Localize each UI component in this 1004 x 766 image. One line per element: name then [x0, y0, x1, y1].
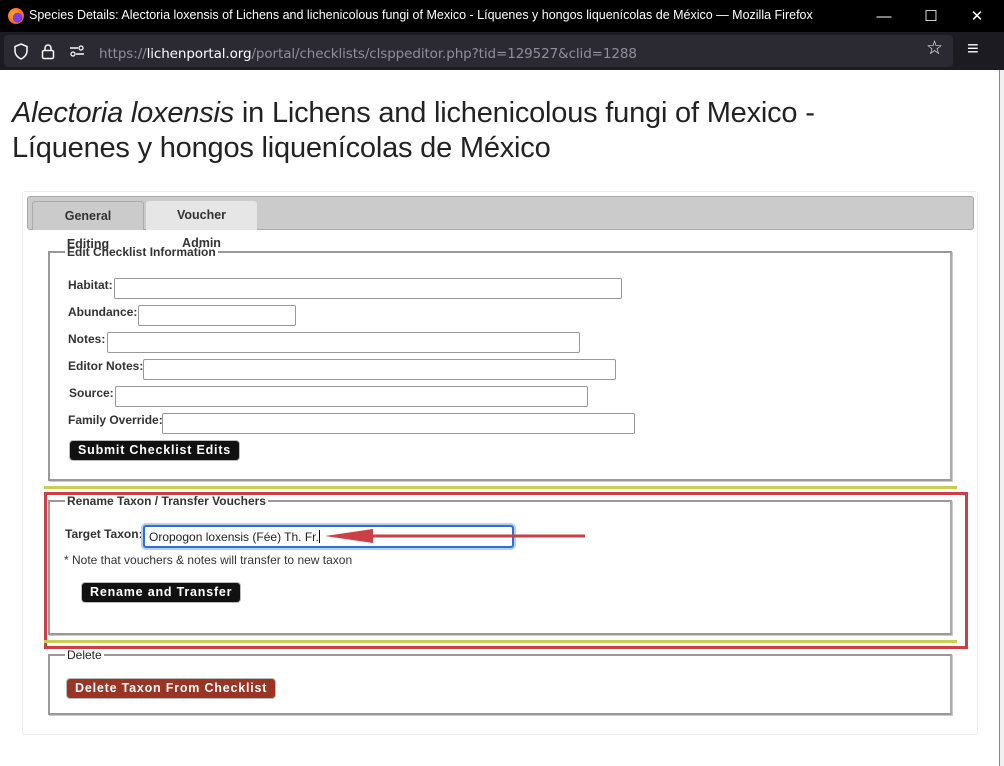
menu-icon[interactable]: ≡	[967, 39, 979, 59]
shield-icon[interactable]	[13, 43, 29, 64]
abundance-label: Abundance:	[68, 305, 138, 319]
source-input[interactable]	[115, 386, 588, 407]
url-host: lichenportal.org	[146, 46, 252, 62]
url-path: /portal/checklists/clsppeditor.php?tid=1…	[251, 46, 637, 62]
submit-checklist-edits-button[interactable]: Submit Checklist Edits	[70, 441, 240, 460]
firefox-icon	[8, 8, 24, 24]
bookmark-star-icon[interactable]: ☆	[926, 39, 943, 58]
source-label: Source:	[69, 386, 114, 400]
transfer-note: * Note that vouchers & notes will transf…	[64, 553, 353, 567]
family-override-input[interactable]	[162, 413, 635, 434]
maximize-button[interactable]: ☐	[908, 0, 954, 32]
habitat-input[interactable]	[114, 278, 622, 299]
abundance-input[interactable]	[138, 305, 296, 326]
permissions-icon[interactable]	[69, 45, 85, 61]
species-name: Alectoria loxensis	[12, 97, 235, 129]
notes-label: Notes:	[68, 332, 106, 346]
habitat-label: Habitat:	[68, 278, 113, 292]
delete-legend: Delete	[67, 648, 102, 662]
notes-input[interactable]	[107, 332, 580, 353]
url-prefix: https://	[99, 46, 147, 62]
text-caret	[318, 530, 320, 543]
section-divider	[44, 486, 957, 489]
tab-general-editing[interactable]: General Editing	[32, 201, 144, 251]
family-override-label: Family Override:	[68, 413, 163, 427]
title-checklist-line1: in Lichens and lichenicolous fungi of Me…	[234, 97, 815, 129]
close-button[interactable]: ✕	[954, 0, 1000, 32]
page-content: Alectoria loxensis in Lichens and lichen…	[0, 70, 999, 766]
tab-voucher-admin[interactable]: Voucher Admin	[146, 201, 257, 250]
page-scrollbar[interactable]	[999, 70, 1004, 766]
browser-navbar: https://lichenportal.org/portal/checklis…	[0, 32, 1004, 70]
lock-icon[interactable]	[41, 43, 55, 64]
page-title: Alectoria loxensis in Lichens and lichen…	[12, 96, 815, 166]
window-title: Species Details: Alectoria loxensis of L…	[29, 8, 813, 22]
minimize-button[interactable]: —	[861, 0, 907, 32]
rename-taxon-legend: Rename Taxon / Transfer Vouchers	[67, 494, 266, 508]
annotation-arrow-icon	[325, 529, 585, 543]
address-bar[interactable]: https://lichenportal.org/portal/checklis…	[4, 35, 953, 67]
editor-notes-label: Editor Notes:	[68, 359, 144, 373]
url-text[interactable]: https://lichenportal.org/portal/checklis…	[99, 46, 637, 62]
window-titlebar: Species Details: Alectoria loxensis of L…	[0, 0, 1004, 32]
editor-notes-input[interactable]	[143, 359, 616, 380]
title-checklist-line2: Líquenes y hongos liquenícolas de México	[12, 132, 551, 164]
target-taxon-label: Target Taxon:	[65, 527, 143, 541]
section-divider	[44, 640, 957, 643]
delete-taxon-button[interactable]: Delete Taxon From Checklist	[67, 679, 276, 698]
edit-checklist-legend: Edit Checklist Information	[67, 245, 216, 259]
tab-bar: General Editing Voucher Admin	[27, 196, 974, 251]
rename-and-transfer-button[interactable]: Rename and Transfer	[82, 583, 241, 602]
target-taxon-value: Oropogon loxensis (Fée) Th. Fr.	[149, 530, 319, 544]
